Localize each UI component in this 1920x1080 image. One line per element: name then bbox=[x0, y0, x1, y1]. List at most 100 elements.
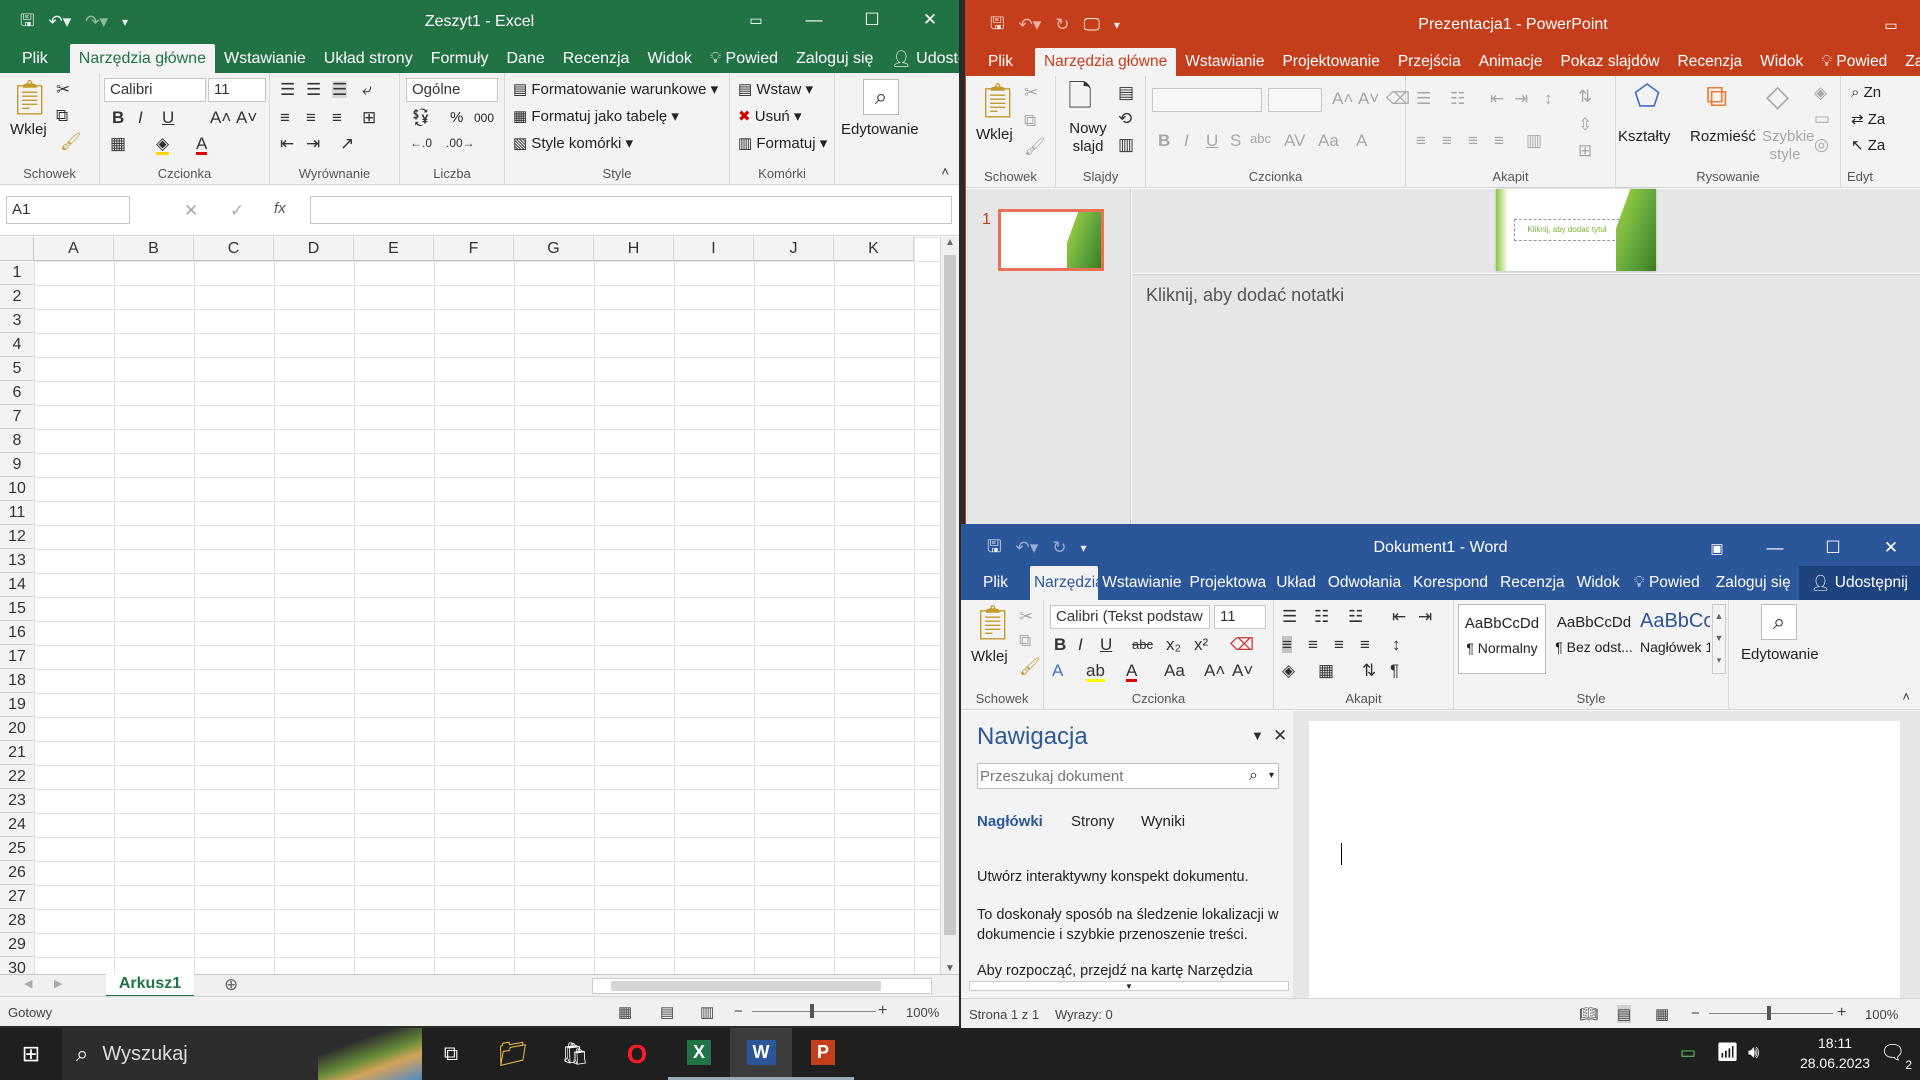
zoom-in-icon[interactable]: + bbox=[1837, 1004, 1846, 1022]
collapse-ribbon-icon[interactable]: ˄ bbox=[941, 165, 949, 178]
scroll-down-icon[interactable]: ▼ bbox=[941, 963, 959, 974]
text-direction-icon[interactable]: ⇅ bbox=[1578, 88, 1592, 105]
align-bottom-icon[interactable]: ☰ bbox=[332, 81, 348, 98]
tab-formulas[interactable]: Formuły bbox=[422, 44, 498, 73]
maximize-button[interactable]: ☐ bbox=[843, 0, 901, 40]
numbering-icon[interactable]: ☷ bbox=[1450, 90, 1465, 107]
notification-button[interactable]: 🗨︎ 2 bbox=[1880, 1040, 1912, 1072]
quick-styles-icon[interactable]: ◇ bbox=[1766, 82, 1789, 112]
nav-options-icon[interactable]: ▼ bbox=[1251, 729, 1264, 742]
tab-review[interactable]: Recenzja bbox=[1494, 566, 1571, 600]
excel-taskbar-button[interactable]: X bbox=[668, 1028, 730, 1080]
align-middle-icon[interactable]: ☰ bbox=[306, 81, 321, 98]
tab-home[interactable]: Narzędzia główne bbox=[1034, 48, 1177, 76]
delete-cells-button[interactable]: ✖ Usuń ▾ bbox=[738, 107, 801, 125]
reset-icon[interactable]: ⟲ bbox=[1118, 110, 1132, 127]
slide-editing-area[interactable]: Kliknij, aby dodać tytuł bbox=[1132, 189, 1920, 273]
column-header[interactable]: H bbox=[594, 237, 674, 261]
bold-icon[interactable]: B bbox=[112, 109, 124, 126]
italic-icon[interactable]: I bbox=[138, 109, 143, 126]
document-page[interactable] bbox=[1309, 721, 1900, 998]
thousands-button[interactable]: 000 bbox=[474, 111, 494, 125]
slide-thumbnail[interactable] bbox=[998, 209, 1104, 271]
collapse-ribbon-icon[interactable]: ˄ bbox=[1902, 690, 1910, 703]
align-text-icon[interactable]: ⇳ bbox=[1578, 116, 1592, 133]
vertical-scrollbar[interactable]: ▲ ▼ bbox=[940, 237, 959, 974]
style-heading1[interactable]: AaBbCc Nagłówek 1 bbox=[1640, 604, 1710, 674]
row-header[interactable]: 26 bbox=[0, 861, 34, 885]
page-break-view-icon[interactable]: ▥ bbox=[700, 1003, 714, 1021]
sign-in-link[interactable]: Zaloguj się bbox=[1896, 48, 1920, 76]
zoom-slider[interactable] bbox=[1709, 1006, 1833, 1020]
tab-review[interactable]: Recenzja bbox=[554, 44, 639, 73]
redo-icon[interactable]: ↷▾ bbox=[85, 12, 108, 32]
zoom-slider[interactable] bbox=[752, 1004, 876, 1018]
undo-icon[interactable]: ↶▾ bbox=[1018, 15, 1041, 35]
tab-insert[interactable]: Wstawianie bbox=[1176, 48, 1273, 76]
customize-qat-icon[interactable]: ▾ bbox=[1081, 541, 1087, 555]
scroll-thumb[interactable] bbox=[944, 255, 956, 935]
font-color-icon[interactable]: A bbox=[1356, 132, 1367, 149]
superscript-icon[interactable]: x² bbox=[1194, 636, 1208, 653]
tab-view[interactable]: Widok bbox=[1571, 566, 1626, 600]
new-slide-label[interactable]: Nowy slajd bbox=[1064, 120, 1112, 156]
format-painter-icon[interactable]: 🖌︎ bbox=[1024, 138, 1046, 155]
copy-icon[interactable]: ⧉ bbox=[56, 107, 68, 124]
sheet-tab[interactable]: Arkusz1 bbox=[106, 974, 194, 998]
shape-outline-icon[interactable]: ▭ bbox=[1814, 110, 1830, 127]
file-explorer-button[interactable]: 📁︎ bbox=[482, 1028, 544, 1080]
row-header[interactable]: 15 bbox=[0, 597, 34, 621]
copy-icon[interactable]: ⧉ bbox=[1019, 632, 1031, 649]
powerpoint-taskbar-button[interactable]: P bbox=[792, 1028, 854, 1080]
subscript-icon[interactable]: x₂ bbox=[1166, 636, 1181, 653]
network-icon[interactable]: 📶︎ bbox=[1716, 1042, 1739, 1063]
bullets-icon[interactable]: ☰ bbox=[1416, 90, 1431, 107]
chevron-down-icon[interactable]: ▾ bbox=[1269, 770, 1274, 781]
row-header[interactable]: 12 bbox=[0, 525, 34, 549]
find-button[interactable]: ⌕ Zn bbox=[1851, 84, 1881, 101]
format-as-table-button[interactable]: ▦ Formatuj jako tabelę ▾ bbox=[513, 107, 679, 125]
tab-home[interactable]: Narzędzia g bbox=[1029, 566, 1099, 600]
decrease-indent-icon[interactable]: ⇤ bbox=[1392, 608, 1406, 625]
line-spacing-icon[interactable]: ↕ bbox=[1544, 90, 1553, 107]
cut-icon[interactable]: ✂ bbox=[1024, 84, 1038, 101]
font-name-box[interactable]: Calibri (Tekst podstaw bbox=[1050, 605, 1210, 629]
sign-in-link[interactable]: Zaloguj się bbox=[1708, 566, 1799, 600]
zoom-thumb[interactable] bbox=[810, 1004, 814, 1018]
conditional-formatting-button[interactable]: ▤ Formatowanie warunkowe ▾ bbox=[513, 80, 718, 98]
paste-button-label[interactable]: Wklej bbox=[976, 126, 1013, 143]
formula-input[interactable] bbox=[310, 196, 952, 224]
notes-pane[interactable]: Kliknij, aby dodać notatki bbox=[1132, 274, 1920, 524]
start-button[interactable]: ⊞ bbox=[0, 1028, 62, 1080]
increase-indent-icon[interactable]: ⇥ bbox=[1514, 90, 1528, 107]
paste-icon[interactable]: 📋︎ bbox=[976, 84, 1019, 118]
read-mode-icon[interactable]: 📖︎ bbox=[1579, 1005, 1598, 1023]
minimize-button[interactable]: — bbox=[1746, 524, 1804, 572]
currency-icon[interactable]: 💱︎ bbox=[410, 109, 432, 126]
editing-group[interactable]: ⌕ Edytowanie bbox=[835, 73, 929, 184]
save-icon[interactable]: 🖫 bbox=[987, 534, 1001, 563]
insert-cells-button[interactable]: ▤ Wstaw ▾ bbox=[738, 80, 813, 98]
word-taskbar-button[interactable]: W bbox=[730, 1028, 792, 1080]
select-button[interactable]: ↖ Za bbox=[1851, 136, 1885, 154]
customize-qat-icon[interactable]: ▾ bbox=[1114, 18, 1120, 32]
insert-function-button[interactable]: fx bbox=[274, 200, 286, 217]
tab-references[interactable]: Odwołania bbox=[1322, 566, 1407, 600]
tab-file[interactable]: Plik bbox=[961, 566, 1030, 600]
show-marks-icon[interactable]: ¶ bbox=[1390, 662, 1399, 679]
column-header[interactable]: E bbox=[354, 237, 434, 261]
column-header[interactable]: F bbox=[434, 237, 514, 261]
tab-design[interactable]: Projektowanie bbox=[1273, 48, 1388, 76]
shapes-label[interactable]: Kształty bbox=[1618, 128, 1671, 145]
word-count[interactable]: Wyrazy: 0 bbox=[1055, 1007, 1113, 1022]
style-no-spacing[interactable]: AaBbCcDd ¶ Bez odst... bbox=[1550, 604, 1638, 674]
row-header[interactable]: 8 bbox=[0, 429, 34, 453]
row-header[interactable]: 17 bbox=[0, 645, 34, 669]
column-header[interactable]: K bbox=[834, 237, 914, 261]
tab-view[interactable]: Widok bbox=[638, 44, 700, 73]
taskbar-search[interactable]: ⌕ Wyszukaj bbox=[62, 1028, 422, 1080]
column-header[interactable]: J bbox=[754, 237, 834, 261]
row-header[interactable]: 5 bbox=[0, 357, 34, 381]
paste-button-label[interactable]: Wklej bbox=[971, 648, 1008, 665]
align-right-icon[interactable]: ≡ bbox=[332, 109, 342, 126]
